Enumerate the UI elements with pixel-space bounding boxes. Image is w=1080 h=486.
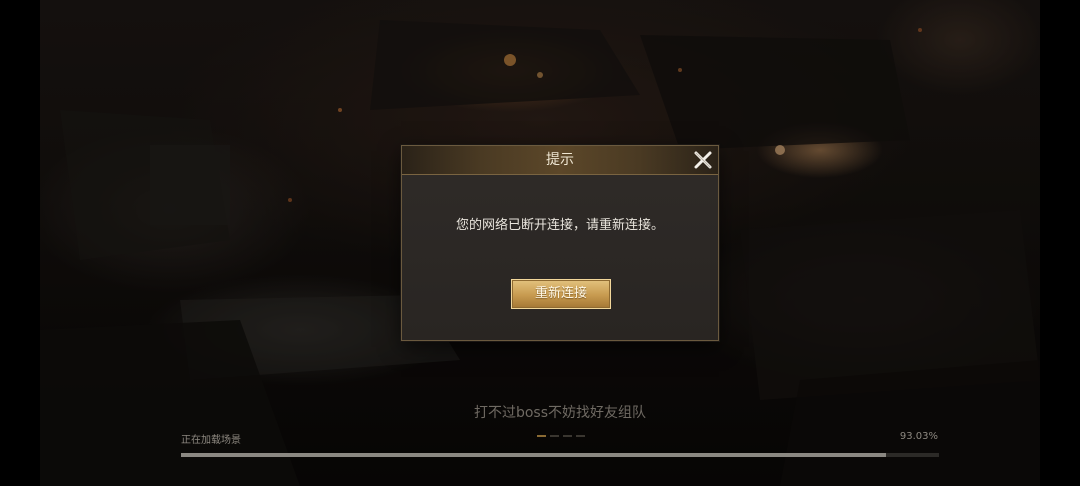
- loading-tip: 打不过boss不妨找好友组队: [473, 405, 647, 421]
- loading-percent: 93.03%: [899, 431, 938, 442]
- loading-progress-bar: [181, 453, 939, 457]
- tip-page-dot: [537, 435, 546, 437]
- tip-page-dot: [550, 435, 559, 437]
- reconnect-button[interactable]: 重新连接: [511, 279, 611, 309]
- loading-progress-fill: [181, 453, 887, 457]
- close-icon[interactable]: [692, 149, 714, 171]
- tip-page-dot: [576, 435, 585, 437]
- dialog-message: 您的网络已断开连接，请重新连接。: [455, 218, 664, 233]
- dialog-title: 提示: [546, 152, 574, 168]
- loading-label: 正在加载场景: [181, 435, 241, 446]
- letterbox-right: [1040, 0, 1080, 486]
- game-screen: 打不过boss不妨找好友组队 正在加载场景 93.03% 提示 您的网络已断开连…: [0, 0, 1080, 486]
- network-disconnected-dialog: 提示 您的网络已断开连接，请重新连接。 重新连接: [401, 145, 719, 341]
- letterbox-left: [0, 0, 40, 486]
- tip-page-dot: [563, 435, 572, 437]
- tip-page-indicator: [537, 435, 585, 437]
